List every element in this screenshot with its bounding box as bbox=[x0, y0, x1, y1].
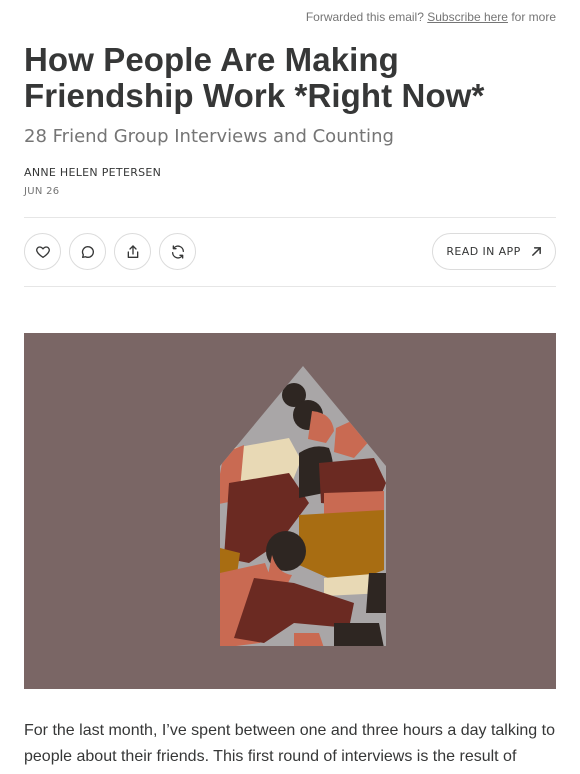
arrow-up-right-icon bbox=[531, 247, 541, 256]
divider-bottom bbox=[24, 286, 556, 287]
post-subtitle: 28 Friend Group Interviews and Counting bbox=[24, 126, 394, 147]
action-bar bbox=[24, 233, 196, 270]
author-name[interactable]: ANNE HELEN PETERSEN bbox=[24, 166, 161, 179]
hero-image[interactable] bbox=[24, 333, 556, 689]
post-title[interactable]: How People Are Making Friendship Work *R… bbox=[24, 42, 564, 114]
restack-icon bbox=[171, 244, 184, 259]
post-date: JUN 26 bbox=[24, 186, 60, 197]
forward-notice: Forwarded this email? Subscribe here for… bbox=[306, 10, 556, 24]
heart-icon bbox=[35, 245, 50, 258]
divider-top bbox=[24, 217, 556, 218]
comment-icon bbox=[81, 245, 94, 258]
share-icon bbox=[127, 244, 138, 258]
subscribe-link[interactable]: Subscribe here bbox=[427, 10, 508, 24]
share-button[interactable] bbox=[114, 233, 151, 270]
friends-house-illustration bbox=[220, 366, 386, 646]
like-button[interactable] bbox=[24, 233, 61, 270]
read-in-app-label: READ IN APP bbox=[446, 245, 521, 258]
comment-button[interactable] bbox=[69, 233, 106, 270]
restack-button[interactable] bbox=[159, 233, 196, 270]
forward-prefix: Forwarded this email? bbox=[305, 10, 424, 24]
forward-suffix: for more bbox=[511, 10, 556, 24]
post-body-text: For the last month, I’ve spent between o… bbox=[24, 722, 555, 765]
read-in-app-button[interactable]: READ IN APP bbox=[432, 233, 556, 270]
